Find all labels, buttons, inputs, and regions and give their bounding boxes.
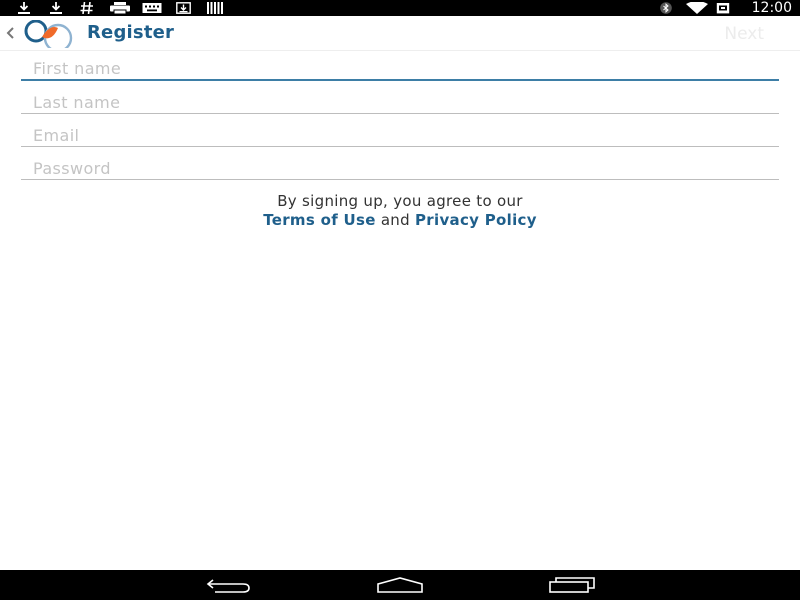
last-name-field[interactable] [21,83,779,114]
back-button[interactable] [199,575,259,595]
status-bar-time: 12:00 [751,0,792,16]
registration-form [21,50,779,180]
terms-of-use-link[interactable]: Terms of Use [263,211,376,229]
status-bar: 12:00 [0,0,800,16]
password-field[interactable] [21,149,779,180]
download-icon [18,2,30,14]
next-button[interactable]: Next [724,24,764,44]
battery-icon [716,3,730,14]
download-icon [50,2,62,14]
recents-icon [549,577,595,593]
action-bar: Register Next [0,16,800,51]
terms-and-text: and [380,211,410,229]
chevron-left-icon[interactable] [4,24,16,42]
home-icon [377,577,423,593]
recents-button[interactable] [542,575,602,595]
email-field[interactable] [21,116,779,147]
nav-bar [0,570,800,600]
privacy-policy-link[interactable]: Privacy Policy [415,211,537,229]
barcode-icon [207,2,223,14]
terms-intro-text: By signing up, you agree to our [277,192,523,210]
page-title: Register [87,22,175,43]
first-name-field[interactable] [21,50,779,81]
bluetooth-icon [660,2,672,14]
printer-icon [110,2,130,14]
home-button[interactable] [370,575,430,595]
terms-notice: By signing up, you agree to our Terms of… [0,192,800,230]
wifi-icon [686,2,708,14]
hash-icon [80,2,93,14]
back-icon [206,579,250,593]
keyboard-icon [142,3,162,13]
download-box-icon [176,2,191,14]
app-logo[interactable] [22,20,76,48]
